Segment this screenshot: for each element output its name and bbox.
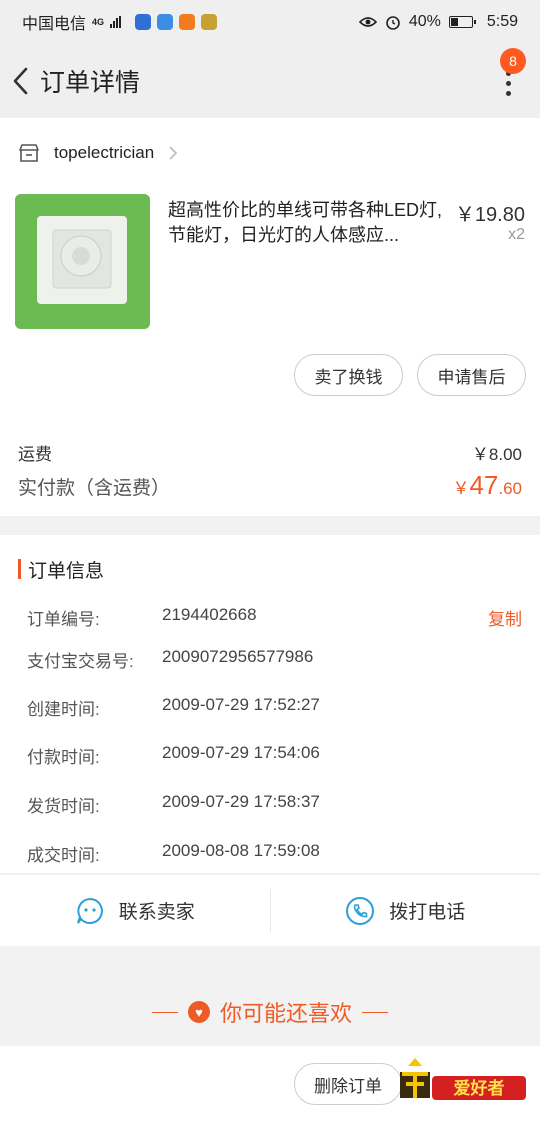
completed-time-label: 成交时间:	[27, 846, 100, 865]
product-title[interactable]: 超高性价比的单线可带各种LED灯,节能灯，日光灯的人体感应...	[168, 198, 444, 248]
paid-amount: ￥47.60	[452, 470, 522, 501]
shipping-label: 运费	[18, 445, 52, 464]
created-time-value: 2009-07-29 17:52:27	[162, 695, 320, 714]
shipping-value: ￥8.00	[471, 445, 522, 464]
alipay-number-label: 支付宝交易号:	[27, 652, 134, 671]
contact-seller-label: 联系卖家	[118, 902, 195, 923]
heart-icon: ♥	[187, 1001, 210, 1023]
taobao-app-icon	[179, 14, 196, 30]
paid-decimal: .60	[498, 479, 522, 498]
alipay-number-value: 2009072956577986	[162, 647, 314, 666]
shield-app-icon	[135, 14, 152, 30]
status-bar: 中国电信 4G 40% 5:59	[0, 0, 540, 44]
recommend-title: 你可能还喜欢	[219, 1001, 352, 1026]
page-title: 订单详情	[40, 69, 141, 97]
paid-time-label: 付款时间:	[27, 748, 100, 767]
contact-bar: 联系卖家 拨打电话	[0, 874, 540, 946]
paid-time-value: 2009-07-29 17:54:06	[162, 743, 320, 762]
after-sales-button[interactable]: 申请售后	[417, 354, 526, 396]
battery-percent: 40%	[408, 13, 441, 30]
product-quantity: x2	[508, 226, 525, 243]
sell-button[interactable]: 卖了换钱	[294, 354, 403, 396]
chevron-right-icon	[169, 146, 178, 160]
left-divider	[151, 1011, 178, 1013]
completed-time-value: 2009-08-08 17:59:08	[162, 841, 320, 860]
contact-seller-button[interactable]: 联系卖家	[0, 875, 270, 946]
notification-badge: 8	[500, 48, 526, 74]
paid-label: 实付款（含运费）	[18, 478, 171, 499]
copy-button[interactable]: 复制	[488, 605, 522, 630]
shop-link[interactable]: topelectrician	[18, 140, 178, 166]
alipay-app-icon	[157, 14, 174, 30]
phone-icon	[346, 896, 375, 925]
carrier-label: 中国电信	[22, 16, 87, 33]
order-info-heading: 订单信息	[18, 557, 105, 582]
shipped-time-value: 2009-07-29 17:58:37	[162, 792, 320, 811]
recommend-header: ♥ 你可能还喜欢	[0, 992, 540, 1032]
navigation-bar: 订单详情 8	[0, 44, 540, 118]
watermark-logo: 爱好者	[400, 1058, 526, 1100]
signal-icon	[110, 16, 122, 28]
paid-integer: 47	[469, 470, 499, 500]
created-time-label: 创建时间:	[27, 700, 100, 719]
shipped-time-label: 发货时间:	[27, 797, 100, 816]
order-number-label: 订单编号:	[27, 610, 100, 629]
battery-icon	[448, 16, 476, 28]
svg-text:爱好者: 爱好者	[454, 1078, 505, 1099]
call-button[interactable]: 拨打电话	[271, 875, 540, 946]
game-app-icon	[201, 14, 218, 30]
chat-icon	[76, 897, 103, 924]
clock: 5:59	[486, 13, 518, 30]
product-price: ￥19.80	[454, 204, 525, 226]
shop-name: topelectrician	[54, 143, 155, 162]
eye-icon	[358, 17, 377, 27]
call-label: 拨打电话	[389, 902, 466, 923]
delete-order-button[interactable]: 删除订单	[294, 1063, 402, 1105]
store-icon	[19, 144, 39, 162]
network-label: 4G	[92, 17, 105, 27]
alarm-icon	[386, 16, 400, 30]
product-thumbnail[interactable]	[15, 194, 150, 329]
order-number-value: 2194402668	[162, 605, 257, 624]
paid-currency: ￥	[452, 479, 470, 498]
bottom-action-bar: 删除订单 爱好者	[0, 1046, 540, 1122]
back-icon[interactable]	[4, 65, 36, 97]
right-divider	[362, 1011, 388, 1013]
order-info-title: 订单信息	[28, 560, 105, 582]
